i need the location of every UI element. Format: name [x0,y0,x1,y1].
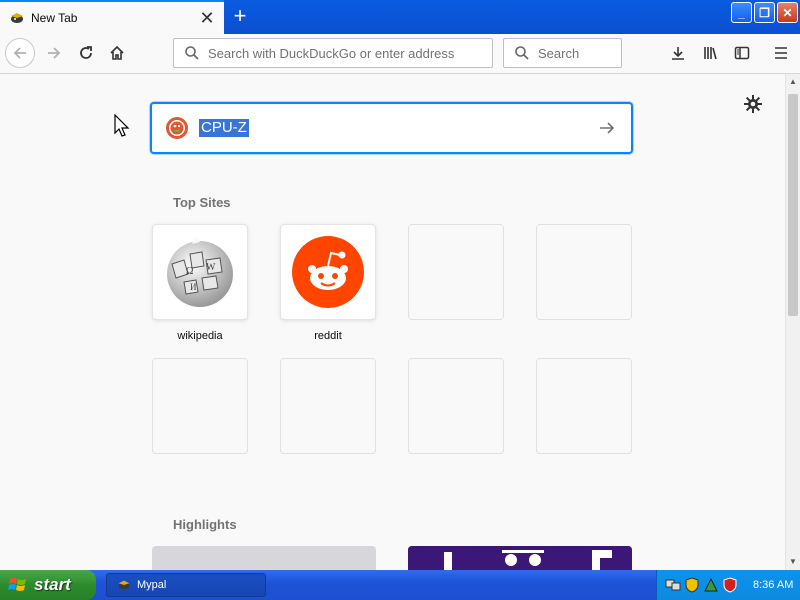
clock: 8:36 AM [753,579,794,591]
update-icon[interactable] [703,577,719,593]
back-button[interactable] [5,38,35,68]
address-bar[interactable] [173,38,493,68]
tab-new-tab[interactable]: New Tab ✕ [0,0,224,34]
top-site-label: wikipedia [177,330,223,342]
library-button[interactable] [696,39,724,67]
svg-text:Ω: Ω [186,266,193,277]
vertical-scrollbar[interactable]: ▲ ▼ [785,74,800,570]
close-window-button[interactable]: ✕ [777,2,798,23]
antivirus-icon[interactable] [722,577,738,593]
back-arrow-icon [13,47,26,59]
menu-button[interactable] [767,39,795,67]
sidebar-icon [734,46,750,60]
search-input[interactable] [538,45,621,61]
reddit-icon [292,236,364,308]
windows-logo-icon [8,578,26,591]
highlights-title: Highlights [173,517,237,532]
address-input[interactable] [208,45,492,61]
scroll-up-icon[interactable]: ▲ [786,74,800,90]
duckduckgo-icon [166,117,188,139]
gear-icon[interactable] [743,94,763,114]
window-controls: _ ❐ ✕ [731,2,798,23]
library-icon [704,47,717,60]
sidebar-button[interactable] [728,39,756,67]
close-tab-icon[interactable]: ✕ [195,6,219,30]
highlight-card-image [408,546,632,570]
top-site-tile-empty[interactable] [408,358,504,454]
mypal-icon [9,10,25,26]
search-go-arrow-icon[interactable] [597,118,617,138]
downloads-button[interactable] [664,39,692,67]
search-icon [185,46,199,60]
start-label: start [34,575,71,594]
tab-bar: New Tab ✕ + _ ❐ ✕ [0,0,800,34]
taskbar-item-mypal[interactable]: Mypal [106,573,266,597]
top-site-tile-empty[interactable] [536,224,632,320]
mypal-icon [118,580,130,590]
home-icon [110,45,124,60]
hamburger-menu-icon [775,47,787,59]
scroll-down-icon[interactable]: ▼ [786,554,800,570]
top-site-tile-wikipedia[interactable]: Ω W И [152,224,248,320]
download-icon [672,47,684,60]
new-tab-page: CPU-Z Top Sites Ω W И wikipedia reddit H… [0,74,785,570]
new-tab-button[interactable]: + [228,5,252,29]
reload-button[interactable] [72,39,100,67]
start-button[interactable]: start [0,570,96,600]
forward-arrow-icon [48,47,61,59]
top-sites-title: Top Sites [173,195,231,210]
top-site-tile-empty[interactable] [280,358,376,454]
top-site-tile-empty[interactable] [152,358,248,454]
taskbar-item-label: Mypal [137,579,167,591]
svg-text:И: И [190,282,197,292]
top-site-label: reddit [314,330,342,342]
top-site-tile-empty[interactable] [408,224,504,320]
highlight-card[interactable] [152,546,376,570]
forward-button[interactable] [40,39,68,67]
search-query-text[interactable]: CPU-Z [199,119,249,137]
taskbar: start Mypal 8:36 AM [0,570,800,600]
security-shield-icon[interactable] [684,577,700,593]
network-icon[interactable] [665,577,681,593]
tab-title: New Tab [31,11,78,25]
mouse-cursor-icon [114,114,130,137]
restore-button[interactable]: ❐ [754,2,775,23]
wikipedia-icon: Ω W И [167,236,233,307]
top-site-tile-reddit[interactable] [280,224,376,320]
minimize-button[interactable]: _ [731,2,752,23]
system-tray: 8:36 AM [656,570,800,600]
scrollbar-thumb[interactable] [788,94,798,316]
highlight-card[interactable] [408,546,632,570]
search-icon [515,46,529,60]
svg-text:W: W [206,262,216,273]
page-search-box[interactable]: CPU-Z [150,102,633,154]
top-site-tile-empty[interactable] [536,358,632,454]
nav-toolbar [0,34,800,74]
home-button[interactable] [103,39,131,67]
reload-icon [80,46,92,59]
search-bar[interactable] [503,38,622,68]
